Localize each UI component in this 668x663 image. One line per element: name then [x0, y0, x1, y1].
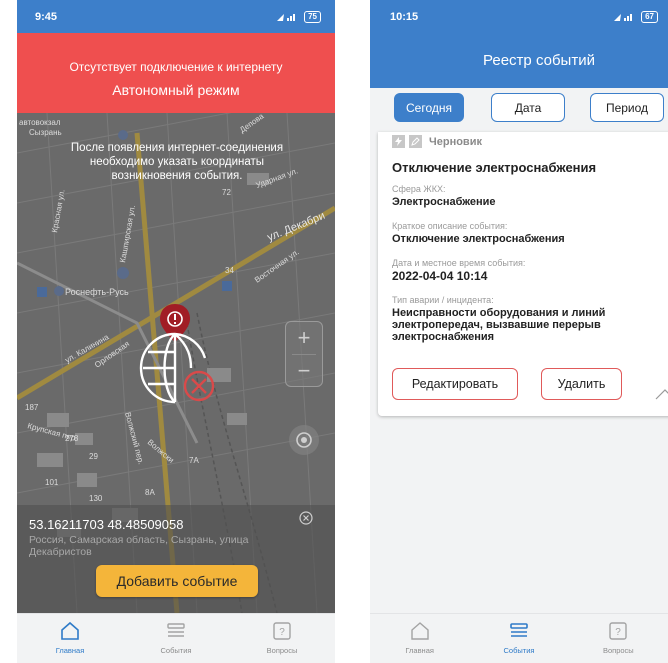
date-value: 2022-04-04 10:14: [392, 269, 488, 283]
home-icon: [61, 621, 79, 640]
map-label-rosneft: Роснефть-Русь: [65, 287, 129, 297]
signal-icon: [614, 13, 633, 21]
offline-message: Отсутствует подключение к интернету: [69, 60, 283, 74]
tab-label: Вопросы: [266, 646, 298, 655]
address-text: Россия, Самарская область, Сызрань, улиц…: [29, 534, 249, 558]
map-number: 7А: [189, 456, 199, 465]
close-icon[interactable]: [299, 511, 313, 525]
sphere-label: Сфера ЖКХ:: [392, 184, 446, 194]
add-event-button[interactable]: Добавить событие: [96, 565, 258, 597]
tab-bar: Главная События ? Вопросы: [370, 613, 668, 663]
page-title: Реестр событий: [370, 33, 668, 88]
zoom-in-button[interactable]: +: [286, 322, 322, 354]
chevron-up-icon[interactable]: [654, 387, 668, 401]
status-bar: 9:45 75: [17, 0, 335, 33]
delete-button[interactable]: Удалить: [541, 368, 622, 400]
status-time: 10:15: [390, 10, 419, 23]
map-instruction: После появления интернет-соединения необ…: [70, 142, 284, 182]
svg-text:?: ?: [279, 627, 285, 638]
status-bar: 10:15 67: [370, 0, 668, 33]
svg-text:?: ?: [616, 627, 622, 638]
map-label-depot: Депова: [238, 113, 266, 135]
incident-type-value: Неисправности оборудования и линий элект…: [392, 307, 606, 343]
edit-button[interactable]: Редактировать: [392, 368, 518, 400]
filter-today-button[interactable]: Сегодня: [394, 93, 464, 122]
zoom-control: + −: [285, 321, 323, 387]
event-card[interactable]: Черновик Отключение электроснабжения Сфе…: [378, 132, 668, 416]
status-time: 9:45: [35, 10, 58, 23]
map-number: 29: [89, 452, 98, 461]
battery-icon: 67: [641, 10, 658, 23]
pencil-icon: [409, 135, 422, 148]
tab-questions[interactable]: ? Вопросы: [578, 620, 658, 655]
list-icon: [510, 623, 528, 637]
map-view[interactable]: автовокзал Сызрань Депова Ударная ул. Кр…: [17, 113, 335, 613]
poi-icon: [117, 267, 129, 279]
date-filter-bar: Сегодня Дата Период: [370, 88, 668, 132]
map-number: 187: [25, 403, 39, 412]
target-icon: [296, 432, 312, 448]
filter-period-button[interactable]: Период: [590, 93, 664, 122]
sphere-value: Электроснабжение: [392, 196, 496, 208]
tab-questions[interactable]: ? Вопросы: [242, 620, 322, 655]
incident-type-label: Тип аварии / инцидента:: [392, 295, 494, 305]
status-badge: Черновик: [429, 135, 482, 148]
list-icon: [167, 623, 185, 637]
tab-events[interactable]: События: [479, 620, 559, 655]
offline-mode-label: Автономный режим: [112, 82, 240, 98]
tab-bar: Главная События ? Вопросы: [17, 613, 335, 663]
tab-label: Главная: [405, 646, 434, 655]
tab-events[interactable]: События: [136, 620, 216, 655]
description-value: Отключение электроснабжения: [392, 233, 565, 245]
tab-label: События: [160, 646, 192, 655]
map-number: 130: [89, 494, 103, 503]
map-label-station2: Сызрань: [29, 128, 62, 137]
date-label: Дата и местное время события:: [392, 258, 526, 268]
event-title: Отключение электроснабжения: [392, 160, 597, 175]
no-internet-globe-icon: [139, 332, 215, 404]
signal-icon: [277, 13, 296, 21]
question-icon: ?: [273, 622, 291, 640]
map-number: 101: [45, 478, 59, 487]
battery-icon: 75: [304, 10, 321, 23]
home-icon: [410, 622, 429, 640]
events-list[interactable]: Черновик Отключение электроснабжения Сфе…: [370, 132, 668, 613]
map-number: 8А: [145, 488, 155, 497]
offline-banner: Отсутствует подключение к интернету Авто…: [17, 33, 335, 113]
my-location-button[interactable]: [289, 425, 319, 455]
flash-icon: [392, 135, 405, 148]
bus-stop-icon: [222, 281, 232, 291]
zoom-out-button[interactable]: −: [286, 355, 322, 387]
description-label: Краткое описание события:: [392, 221, 508, 231]
map-number: 278: [65, 434, 79, 443]
home-screen: 9:45 75 Отсутствует подключение к интерн…: [17, 0, 335, 663]
map-label-kashpir: Кашпирская ул.: [118, 204, 137, 263]
map-number: 34: [225, 266, 234, 275]
tab-label: Главная: [55, 646, 85, 655]
coordinates-text: 53.16211703 48.48509058: [29, 517, 184, 532]
fuel-station-icon: [54, 286, 64, 296]
tab-label: Вопросы: [602, 646, 634, 655]
map-number: 72: [222, 188, 231, 197]
map-label-station: автовокзал: [19, 118, 61, 127]
poi-icon: [118, 130, 128, 140]
bus-stop-icon: [37, 287, 47, 297]
tab-home[interactable]: Главная: [30, 620, 110, 655]
tab-home[interactable]: Главная: [380, 620, 460, 655]
map-label-dekabr: ул. Декабри: [266, 210, 327, 244]
tab-label: События: [503, 646, 535, 655]
filter-date-button[interactable]: Дата: [491, 93, 565, 122]
events-screen: 10:15 67 Реестр событий Сегодня Дата Пер…: [370, 0, 668, 663]
question-icon: ?: [609, 622, 628, 640]
